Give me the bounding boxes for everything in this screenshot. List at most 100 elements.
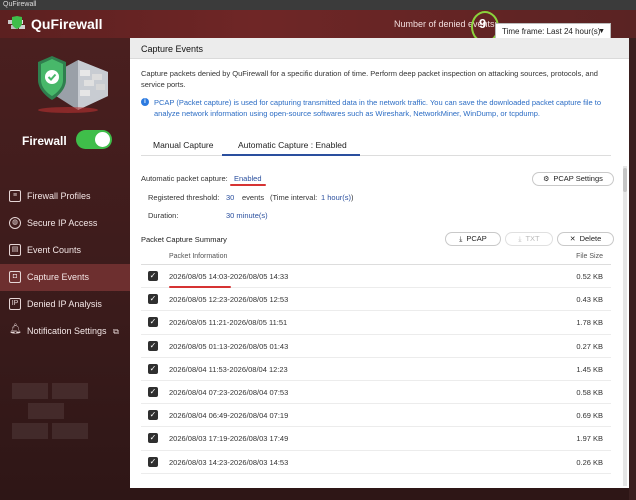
page-description: Capture packets denied by QuFirewall for… [141, 69, 598, 89]
row-checkbox[interactable]: ✓ [148, 317, 158, 328]
firewall-shield-illustration-icon [38, 56, 108, 113]
sidebar-item-denied-ip-analysis[interactable]: IP Denied IP Analysis [0, 291, 130, 318]
packet-capture-table: Packet Information File Size ✓ 2026/08/0… [141, 251, 611, 474]
packet-info-cell: 2026/08/04 07:23-2026/08/04 07:53 [169, 387, 289, 397]
external-link-icon: ⧉ [113, 327, 119, 336]
capture-events-panel: Capture Events Capture packets denied by… [130, 38, 629, 488]
summary-title: Packet Capture Summary [141, 235, 227, 244]
table-row[interactable]: ✓ 2026/08/04 06:49-2026/08/04 07:19 0.69… [141, 404, 611, 428]
threshold-events-label: events [242, 193, 265, 202]
panel-header: Capture Events [130, 38, 629, 59]
sidebar-item-label: Capture Events [27, 272, 90, 282]
sidebar-item-label: Event Counts [27, 245, 82, 255]
auto-capture-status-link[interactable]: Enabled [234, 174, 262, 183]
packet-info-cell: 2026/08/05 11:21-2026/08/05 11:51 [169, 318, 288, 328]
sidebar-item-event-counts[interactable]: ▤ Event Counts [0, 237, 130, 264]
red-underline-annotation [169, 286, 231, 288]
panel-bottom-edge [130, 488, 629, 500]
column-header-file-size[interactable]: File Size [576, 253, 603, 260]
tab-manual-capture[interactable]: Manual Capture [153, 140, 213, 150]
file-size-cell: 1.45 KB [576, 364, 603, 374]
column-header-packet-info[interactable]: Packet Information [169, 253, 227, 260]
capture-tabs: Manual Capture Automatic Capture : Enabl… [141, 136, 611, 156]
download-icon: ⤓ [459, 236, 463, 243]
threshold-value-link[interactable]: 30 [226, 193, 234, 202]
firewall-toggle[interactable] [76, 130, 112, 149]
table-row[interactable]: ✓ 2026/08/05 01:13-2026/08/05 01:43 0.27… [141, 335, 611, 358]
time-interval-close: ) [351, 193, 354, 202]
packet-info-cell: 2026/08/05 12:23-2026/08/05 12:53 [169, 295, 289, 305]
duration-label: Duration: [148, 211, 179, 220]
gear-icon: ⚙ [543, 176, 550, 183]
toggle-knob [95, 132, 110, 147]
sidebar-nav: ≡ Firewall Profiles ◍ Secure IP Access ▤… [0, 183, 130, 345]
table-row[interactable]: ✓ 2026/08/04 07:23-2026/08/04 07:53 0.58… [141, 381, 611, 405]
scrollbar-thumb[interactable] [623, 168, 627, 192]
row-checkbox[interactable]: ✓ [148, 410, 158, 421]
download-pcap-button[interactable]: ⤓ PCAP [445, 232, 501, 246]
packet-info-cell: 2026/08/03 17:19-2026/08/03 17:49 [169, 434, 289, 444]
pcap-button-label: PCAP [466, 234, 487, 243]
row-checkbox[interactable]: ✓ [148, 363, 158, 374]
window-titlebar: QuFirewall [0, 0, 636, 10]
bell-icon: 🔔︎ [9, 324, 22, 335]
file-size-cell: 0.26 KB [576, 457, 603, 467]
table-row[interactable]: ✓ 2026/08/03 14:23-2026/08/03 14:53 0.26… [141, 451, 611, 474]
file-size-cell: 1.78 KB [576, 318, 603, 328]
sidebar-item-notification-settings[interactable]: 🔔︎ Notification Settings ⧉ [0, 318, 130, 345]
red-underline-annotation [230, 184, 266, 186]
sidebar-item-label: Firewall Profiles [27, 191, 91, 201]
pcap-note: PCAP (Packet capture) is used for captur… [154, 98, 602, 118]
packet-info-cell: 2026/08/05 01:13-2026/08/05 01:43 [169, 341, 289, 351]
sidebar-item-secure-ip-access[interactable]: ◍ Secure IP Access [0, 210, 130, 237]
row-checkbox[interactable]: ✓ [148, 386, 158, 397]
pcap-settings-label: PCAP Settings [553, 174, 603, 183]
globe-icon: ◍ [9, 217, 21, 229]
pcap-settings-button[interactable]: ⚙ PCAP Settings [532, 172, 614, 186]
file-size-cell: 0.69 KB [576, 411, 603, 421]
auto-capture-label: Automatic packet capture: [141, 174, 228, 183]
sidebar-item-firewall-profiles[interactable]: ≡ Firewall Profiles [0, 183, 130, 210]
ip-icon: IP [9, 298, 21, 310]
delete-button[interactable]: ✕ Delete [557, 232, 614, 246]
table-header: Packet Information File Size [141, 251, 611, 265]
sidebar-item-label: Notification Settings [27, 326, 107, 336]
list-icon: ≡ [9, 190, 21, 202]
info-icon: i [141, 98, 149, 106]
table-row[interactable]: ✓ 2026/08/03 17:19-2026/08/03 17:49 1.97… [141, 427, 611, 451]
download-txt-button[interactable]: ⤓ TXT [505, 232, 553, 246]
background-watermark-icon [12, 383, 88, 439]
panel-scrollbar[interactable] [623, 166, 627, 486]
table-row[interactable]: ✓ 2026/08/05 12:23-2026/08/05 12:53 0.43… [141, 288, 611, 312]
app-header: QuFirewall Number of denied events: 9 Ti… [0, 10, 636, 43]
row-checkbox[interactable]: ✓ [148, 294, 158, 305]
download-icon: ⤓ [518, 236, 522, 243]
packet-info-cell: 2026/08/03 14:23-2026/08/03 14:53 [169, 457, 289, 467]
row-checkbox[interactable]: ✓ [148, 433, 158, 444]
txt-button-label: TXT [525, 234, 540, 243]
chevron-down-icon: ▼ [598, 28, 605, 35]
duration-value-link[interactable]: 30 minute(s) [226, 211, 268, 220]
table-row[interactable]: ✓ 2026/08/04 11:53-2026/08/04 12:23 1.45… [141, 358, 611, 381]
tab-automatic-capture[interactable]: Automatic Capture : Enabled [238, 140, 347, 150]
threshold-label: Registered threshold: [148, 193, 220, 202]
document-icon: ▤ [9, 244, 21, 256]
packet-info-cell: 2026/08/05 14:03-2026/08/05 14:33 [169, 272, 289, 281]
timeframe-value: Time frame: Last 24 hour(s) [502, 27, 601, 36]
delete-button-label: Delete [579, 234, 602, 243]
sidebar: Firewall ≡ Firewall Profiles ◍ Secure IP… [0, 38, 130, 500]
row-checkbox[interactable]: ✓ [148, 340, 158, 351]
file-size-cell: 1.97 KB [576, 434, 603, 444]
sidebar-item-capture-events[interactable]: ◘ Capture Events [0, 264, 130, 291]
page-title: Capture Events [141, 44, 204, 54]
time-interval-link[interactable]: 1 hour(s) [321, 193, 351, 202]
table-row[interactable]: ✓ 2026/08/05 11:21-2026/08/05 11:51 1.78… [141, 311, 611, 335]
qufirewall-logo-icon [8, 16, 25, 29]
row-checkbox[interactable]: ✓ [148, 271, 158, 281]
firewall-label: Firewall [22, 134, 67, 148]
packet-info-cell: 2026/08/04 06:49-2026/08/04 07:19 [169, 411, 289, 421]
row-checkbox[interactable]: ✓ [148, 456, 158, 467]
table-row[interactable]: ✓ 2026/08/05 14:03-2026/08/05 14:33 0.52… [141, 265, 611, 289]
file-size-cell: 0.27 KB [576, 341, 603, 351]
capture-icon: ◘ [9, 271, 21, 283]
